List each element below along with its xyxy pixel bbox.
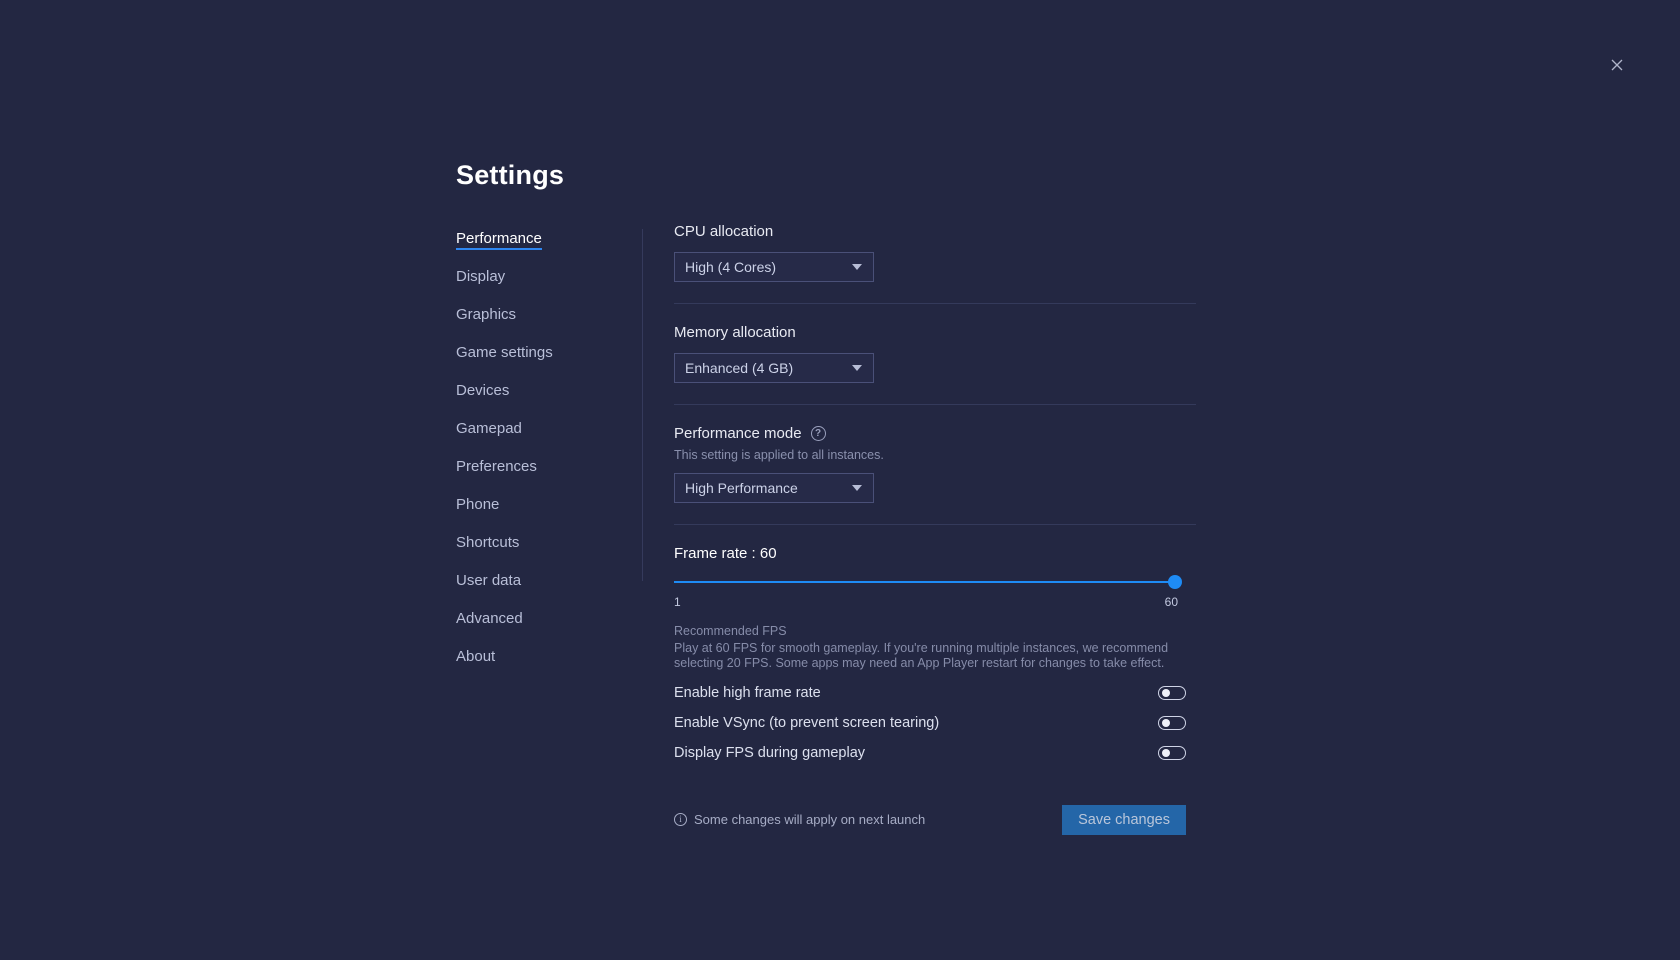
toggle-knob [1162,749,1170,757]
performance-mode-sublabel: This setting is applied to all instances… [674,448,1236,462]
slider-max-label: 60 [1165,595,1178,609]
settings-dialog: Settings Performance Display Graphics Ga… [456,160,1236,835]
cpu-allocation-select[interactable]: High (4 Cores) [674,252,874,282]
slider-thumb[interactable] [1168,575,1182,589]
sidebar-item-performance[interactable]: Performance [456,231,542,250]
section-divider [674,404,1196,405]
sidebar-item-gamepad[interactable]: Gamepad [456,421,522,440]
sidebar-item-shortcuts[interactable]: Shortcuts [456,535,519,554]
frame-rate-slider[interactable] [674,575,1178,589]
frame-rate-ticks: 1 60 [674,595,1178,609]
toggle-label-display-fps: Display FPS during gameplay [674,745,865,761]
sidebar-item-devices[interactable]: Devices [456,383,509,402]
save-changes-button[interactable]: Save changes [1062,805,1186,835]
slider-fill [674,581,1178,583]
toggle-high-frame-rate[interactable] [1158,686,1186,700]
close-icon [1609,57,1625,73]
question-mark-icon[interactable]: ? [811,426,826,441]
settings-body: Performance Display Graphics Game settin… [456,219,1236,835]
toggle-knob [1162,719,1170,727]
recommended-fps-body: Play at 60 FPS for smooth gameplay. If y… [674,641,1186,671]
sidebar-item-phone[interactable]: Phone [456,497,499,516]
performance-mode-value: High Performance [685,480,798,496]
memory-allocation-label: Memory allocation [674,324,1236,341]
sidebar-item-display[interactable]: Display [456,269,505,288]
sidebar-divider [642,229,643,581]
info-icon: i [674,813,687,826]
settings-sidebar: Performance Display Graphics Game settin… [456,219,642,687]
toggle-label-vsync: Enable VSync (to prevent screen tearing) [674,715,939,731]
close-window-button[interactable] [1604,52,1630,78]
chevron-down-icon [852,485,862,491]
sidebar-item-graphics[interactable]: Graphics [456,307,516,326]
settings-footer: i Some changes will apply on next launch… [674,805,1186,835]
chevron-down-icon [852,365,862,371]
frame-rate-title: Frame rate : 60 [674,545,1236,562]
sidebar-item-about[interactable]: About [456,649,495,668]
performance-mode-select[interactable]: High Performance [674,473,874,503]
cpu-allocation-label: CPU allocation [674,223,1236,240]
cpu-allocation-value: High (4 Cores) [685,259,776,275]
sidebar-item-game-settings[interactable]: Game settings [456,345,553,364]
recommended-fps-title: Recommended FPS [674,624,1236,638]
toggle-row-vsync: Enable VSync (to prevent screen tearing) [674,715,1186,731]
toggle-knob [1162,689,1170,697]
memory-allocation-select[interactable]: Enhanced (4 GB) [674,353,874,383]
chevron-down-icon [852,264,862,270]
section-divider [674,303,1196,304]
toggle-row-display-fps: Display FPS during gameplay [674,745,1186,761]
toggle-label-high-frame-rate: Enable high frame rate [674,685,821,701]
toggle-row-high-frame-rate: Enable high frame rate [674,685,1186,701]
section-divider [674,524,1196,525]
settings-content-performance: CPU allocation High (4 Cores) Memory all… [674,219,1236,835]
toggle-vsync[interactable] [1158,716,1186,730]
next-launch-note-text: Some changes will apply on next launch [694,812,925,827]
sidebar-item-preferences[interactable]: Preferences [456,459,537,478]
slider-min-label: 1 [674,595,681,609]
toggle-display-fps[interactable] [1158,746,1186,760]
page-title: Settings [456,160,1236,191]
next-launch-note: i Some changes will apply on next launch [674,812,925,827]
performance-mode-label: Performance mode [674,425,802,442]
sidebar-item-advanced[interactable]: Advanced [456,611,523,630]
sidebar-item-user-data[interactable]: User data [456,573,521,592]
performance-mode-label-row: Performance mode ? [674,425,1236,442]
memory-allocation-value: Enhanced (4 GB) [685,360,793,376]
